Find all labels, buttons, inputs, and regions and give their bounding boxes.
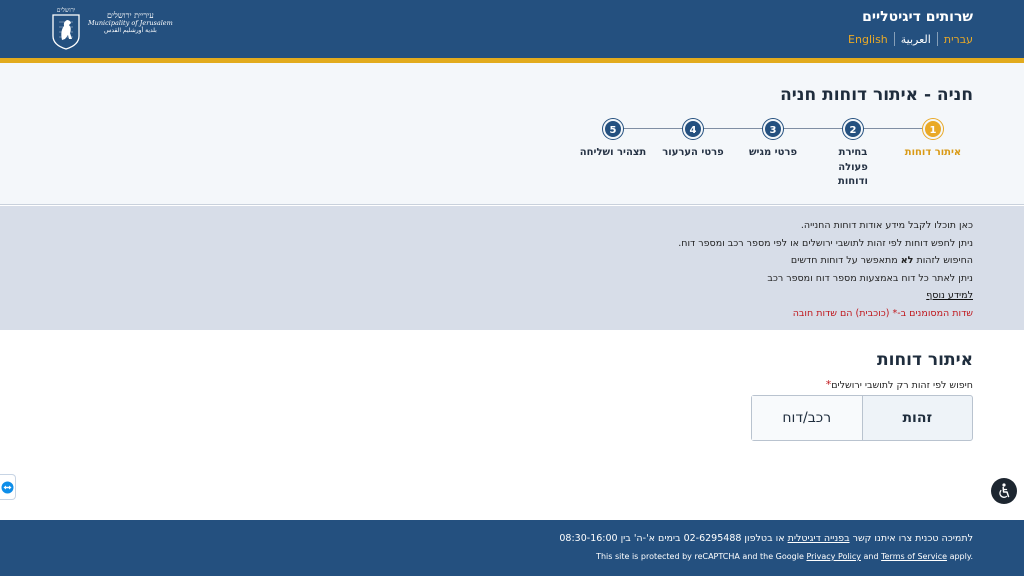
info-text: כאן תוכלו לקבל מידע אודות דוחות החנייה. … bbox=[678, 217, 973, 322]
teamviewer-icon bbox=[1, 481, 14, 493]
step-number: 3 bbox=[763, 119, 783, 139]
support-text-start: לתמיכה טכנית צרו איתנו קשר bbox=[849, 533, 973, 544]
step-label: תצהיר ושליחה bbox=[579, 147, 647, 158]
progress-stepper: 1 איתור דוחות 2 בחירת פעולה ודוחות 3 פרט… bbox=[580, 119, 961, 187]
lang-hebrew[interactable]: עברית bbox=[938, 33, 973, 46]
required-fields-note: שדות המסומנים ב-* (כוכבית) הם שדות חובה bbox=[792, 307, 973, 319]
emblem-text: ירושלים bbox=[57, 7, 76, 14]
teamviewer-button[interactable] bbox=[0, 474, 16, 500]
search-subtitle: חיפוש לפי זהות רק לתושבי ירושלים* bbox=[822, 378, 973, 391]
step-number: 5 bbox=[603, 119, 623, 139]
info-line-emphasis: לא bbox=[900, 255, 914, 266]
step-number: 4 bbox=[683, 119, 703, 139]
step-3: 3 פרטי מגיש bbox=[733, 119, 813, 161]
step-2: 2 בחירת פעולה ודוחות bbox=[813, 119, 893, 190]
site-footer: לתמיכה טכנית צרו איתנו קשר בפנייה דיגיטל… bbox=[0, 520, 1024, 576]
step-number: 1 bbox=[923, 119, 943, 139]
lang-english[interactable]: English bbox=[842, 33, 894, 46]
step-1: 1 איתור דוחות bbox=[893, 119, 973, 161]
municipality-logo[interactable]: ירושלים עיריית ירושלים Municipality of J… bbox=[50, 6, 173, 50]
info-line-text: החיפוש לזהות bbox=[913, 255, 973, 266]
tab-vehicle-report[interactable]: רכב/דוח bbox=[752, 396, 863, 440]
info-line: החיפוש לזהות לא מתאפשר על דוחות חדשים bbox=[678, 252, 973, 270]
search-title: איתור דוחות bbox=[877, 350, 973, 370]
info-line: ניתן לאתר כל דוח באמצעות מספר דוח ומספר … bbox=[767, 272, 973, 284]
step-5: 5 תצהיר ושליחה bbox=[573, 119, 653, 161]
language-switcher: עברית العربية English bbox=[842, 32, 973, 46]
recaptcha-text: This site is protected by reCAPTCHA and … bbox=[596, 552, 807, 561]
logo-arabic: بلدية أورشليم القدس bbox=[104, 26, 157, 34]
terms-of-service-link[interactable]: Terms of Service bbox=[881, 552, 947, 561]
recaptcha-text: apply. bbox=[947, 552, 973, 561]
step-label: פרטי מגיש bbox=[748, 147, 798, 158]
logo-text: עיריית ירושלים Municipality of Jerusalem… bbox=[88, 11, 173, 35]
recaptcha-text: and bbox=[860, 552, 882, 561]
site-title[interactable]: שרותים דיגיטליים bbox=[862, 9, 973, 25]
page-hero: חניה - איתור דוחות חניה 1 איתור דוחות 2 … bbox=[0, 63, 1024, 205]
lang-divider bbox=[936, 32, 938, 46]
jerusalem-emblem-icon: ירושלים bbox=[52, 7, 80, 50]
search-type-tabs: זהות רכב/דוח bbox=[751, 395, 973, 441]
step-label: בחירת פעולה ודוחות bbox=[838, 147, 868, 187]
info-panel: כאן תוכלו לקבל מידע אודות דוחות החנייה. … bbox=[0, 206, 1024, 330]
info-line: למידע נוסף bbox=[678, 287, 973, 305]
lang-arabic[interactable]: العربية bbox=[895, 33, 937, 46]
search-subtitle-text: חיפוש לפי זהות רק לתושבי ירושלים bbox=[831, 380, 973, 391]
info-line: ניתן לחפש דוחות לפי זהות לתושבי ירושלים … bbox=[678, 237, 973, 249]
step-label: איתור דוחות bbox=[904, 147, 962, 158]
digital-request-link[interactable]: בפנייה דיגיטלית bbox=[788, 533, 850, 544]
privacy-policy-link[interactable]: Privacy Policy bbox=[806, 552, 861, 561]
support-text-end: או בטלפון 02-6295488 בימים א'-ה' בין 08:… bbox=[559, 533, 788, 544]
accessibility-button[interactable] bbox=[991, 478, 1017, 504]
support-text: לתמיכה טכנית צרו איתנו קשר בפנייה דיגיטל… bbox=[559, 533, 973, 544]
more-info-link[interactable]: למידע נוסף bbox=[926, 290, 973, 301]
page-title: חניה - איתור דוחות חניה bbox=[780, 85, 973, 105]
accessibility-icon bbox=[999, 483, 1010, 498]
lang-divider bbox=[893, 32, 895, 46]
tab-id[interactable]: זהות bbox=[863, 396, 973, 440]
info-line-text: מתאפשר על דוחות חדשים bbox=[790, 255, 901, 266]
step-label: פרטי הערעור bbox=[662, 147, 724, 158]
recaptcha-notice: This site is protected by reCAPTCHA and … bbox=[596, 552, 973, 561]
info-line: כאן תוכלו לקבל מידע אודות דוחות החנייה. bbox=[800, 220, 973, 231]
step-number: 2 bbox=[843, 119, 863, 139]
step-4: 4 פרטי הערעור bbox=[653, 119, 733, 161]
site-header: שרותים דיגיטליים עברית العربية English י… bbox=[0, 0, 1024, 58]
